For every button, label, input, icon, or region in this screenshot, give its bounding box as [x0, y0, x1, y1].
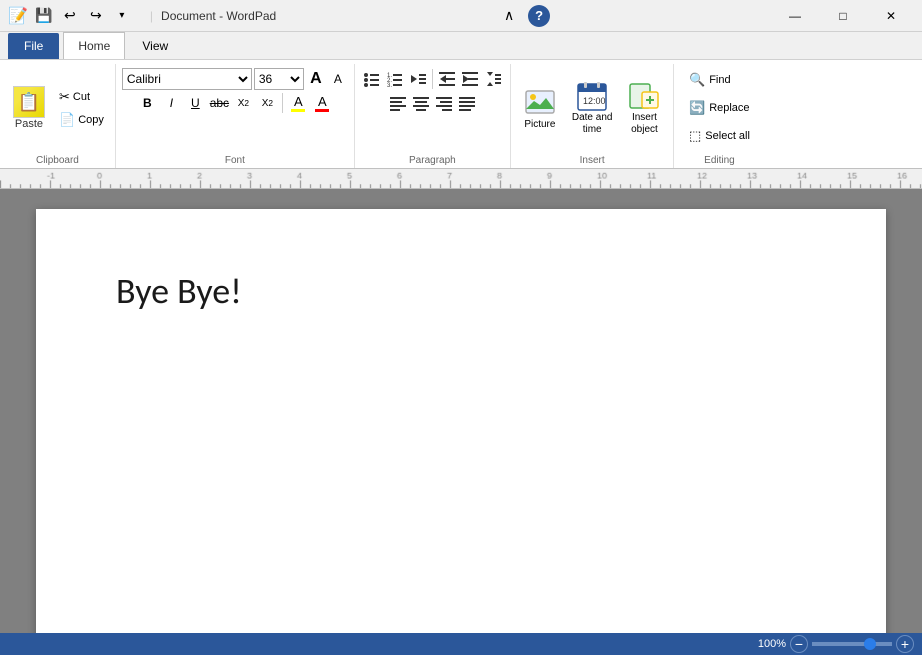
font-color-icon: A	[318, 94, 327, 109]
find-icon: 🔍	[689, 72, 705, 88]
font-shrink-button[interactable]: A	[328, 69, 348, 89]
cut-icon: ✂	[59, 89, 70, 105]
app-icon: 📝	[8, 6, 28, 26]
save-button[interactable]: 💾	[32, 4, 56, 28]
picture-icon	[524, 87, 556, 119]
strikethrough-button[interactable]: abc	[208, 92, 230, 114]
bullets-button[interactable]	[361, 68, 383, 90]
highlight-color-bar	[291, 109, 305, 112]
replace-icon: 🔄	[689, 100, 705, 116]
copy-icon: 📄	[59, 112, 75, 128]
insert-group-label: Insert	[511, 155, 674, 166]
replace-button[interactable]: 🔄 Replace	[682, 96, 757, 120]
svg-text:12:00: 12:00	[583, 96, 606, 106]
highlight-color-button[interactable]: A	[287, 92, 309, 114]
svg-text:3.: 3.	[387, 83, 392, 88]
quick-access-toolbar: 💾 ↩ ↪ ▾	[32, 4, 134, 28]
collapse-ribbon-button[interactable]: ∧	[498, 5, 520, 27]
editing-group-label: Editing	[674, 155, 764, 166]
ruler	[0, 169, 922, 189]
status-bar: 100% − +	[0, 633, 922, 655]
tab-file[interactable]: File	[8, 33, 59, 59]
zoom-percent: 100%	[758, 638, 786, 650]
document-content[interactable]: Bye Bye!	[116, 269, 806, 313]
clipboard-group-label: Clipboard	[0, 155, 115, 166]
indent-more-button[interactable]	[459, 68, 481, 90]
align-row	[387, 92, 478, 114]
paste-icon: 📋	[13, 86, 45, 118]
ribbon-group-clipboard: 📋 Paste ✂ Cut 📄 Copy Clipboard	[0, 64, 116, 168]
ribbon: 📋 Paste ✂ Cut 📄 Copy Clipboard	[0, 60, 922, 169]
list-indent-button[interactable]	[407, 68, 429, 90]
select-all-icon: ⬚	[689, 128, 701, 144]
tab-view[interactable]: View	[127, 32, 183, 59]
paste-label: Paste	[15, 118, 43, 130]
clipboard-sub: ✂ Cut 📄 Copy	[54, 86, 109, 131]
insert-object-label: Insertobject	[631, 112, 658, 136]
datetime-icon: 12:00	[576, 80, 608, 112]
font-size-select[interactable]: 36 81012141618244872	[254, 68, 304, 90]
copy-button[interactable]: 📄 Copy	[54, 109, 109, 131]
window-controls: — □ ✕	[772, 0, 914, 32]
line-spacing-button[interactable]	[482, 68, 504, 90]
ribbon-tabs: File Home View	[0, 32, 922, 60]
align-justify-button[interactable]	[456, 92, 478, 114]
font-format-row: B I U abc X2 X2 A A	[136, 92, 333, 114]
zoom-in-button[interactable]: +	[896, 635, 914, 653]
indent-less-button[interactable]	[436, 68, 458, 90]
redo-button[interactable]: ↪	[84, 4, 108, 28]
numbering-button[interactable]: 1.2.3.	[384, 68, 406, 90]
italic-button[interactable]: I	[160, 92, 182, 114]
select-all-button[interactable]: ⬚ Select all	[682, 124, 757, 148]
document-area[interactable]: Bye Bye!	[0, 189, 922, 633]
align-right-button[interactable]	[433, 92, 455, 114]
subscript-button[interactable]: X2	[232, 92, 254, 114]
document-page[interactable]: Bye Bye!	[36, 209, 886, 633]
list-row: 1.2.3.	[361, 68, 504, 90]
picture-button[interactable]: Picture	[517, 82, 563, 135]
find-button[interactable]: 🔍 Find	[682, 68, 757, 92]
close-button[interactable]: ✕	[868, 0, 914, 32]
window-title: Document - WordPad	[161, 9, 276, 23]
paste-button[interactable]: 📋 Paste	[6, 81, 52, 135]
undo-button[interactable]: ↩	[58, 4, 82, 28]
cut-button[interactable]: ✂ Cut	[54, 86, 109, 108]
align-left-button[interactable]	[387, 92, 409, 114]
font-family-row: Calibri Arial Times New Roman 36 8101214…	[122, 68, 348, 90]
font-color-button[interactable]: A	[311, 92, 333, 114]
help-button[interactable]: ?	[528, 5, 550, 27]
tab-home[interactable]: Home	[63, 32, 125, 59]
quick-access-dropdown[interactable]: ▾	[110, 4, 134, 28]
zoom-controls: 100% − +	[758, 635, 914, 653]
zoom-thumb[interactable]	[864, 638, 876, 650]
minimize-button[interactable]: —	[772, 0, 818, 32]
maximize-button[interactable]: □	[820, 0, 866, 32]
highlight-icon: A	[294, 94, 303, 109]
paragraph-group-label: Paragraph	[355, 155, 510, 166]
title-bar: 📝 💾 ↩ ↪ ▾ | Document - WordPad ∧ ? — □ ✕	[0, 0, 922, 32]
underline-button[interactable]: U	[184, 92, 206, 114]
font-grow-button[interactable]: A	[306, 69, 326, 89]
para-separator1	[432, 69, 433, 89]
align-center-button[interactable]	[410, 92, 432, 114]
font-color-bar	[315, 109, 329, 112]
ribbon-group-font: Calibri Arial Times New Roman 36 8101214…	[116, 64, 355, 168]
superscript-button[interactable]: X2	[256, 92, 278, 114]
zoom-out-button[interactable]: −	[790, 635, 808, 653]
insert-object-button[interactable]: Insertobject	[621, 75, 667, 141]
font-separator	[282, 93, 283, 113]
picture-label: Picture	[524, 119, 555, 130]
insert-object-icon	[628, 80, 660, 112]
font-family-select[interactable]: Calibri Arial Times New Roman	[122, 68, 252, 90]
datetime-label: Date andtime	[572, 112, 613, 136]
font-group-label: Font	[116, 155, 354, 166]
ribbon-group-insert: Picture 12:00 Date andtime	[511, 64, 675, 168]
bold-button[interactable]: B	[136, 92, 158, 114]
ruler-canvas	[0, 169, 922, 188]
ribbon-group-paragraph: 1.2.3.	[355, 64, 511, 168]
ribbon-group-editing: 🔍 Find 🔄 Replace ⬚ Select all Editing	[674, 64, 764, 168]
zoom-slider[interactable]	[812, 642, 892, 646]
datetime-button[interactable]: 12:00 Date andtime	[565, 75, 620, 141]
